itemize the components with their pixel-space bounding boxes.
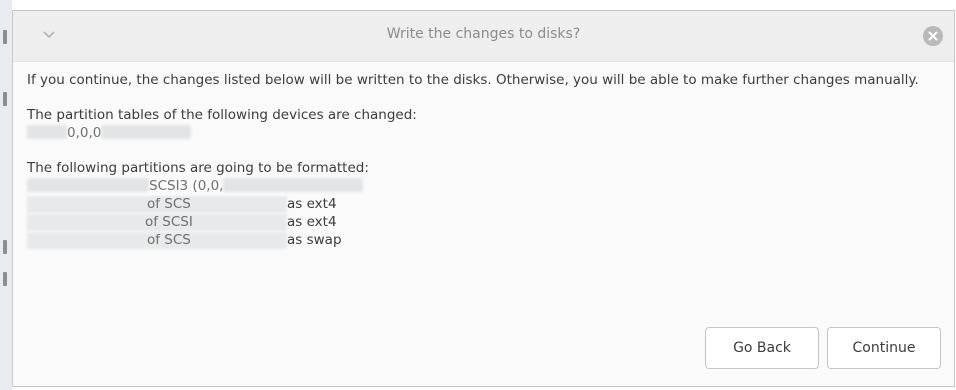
partition-row: of SCS as swap — [27, 231, 952, 249]
background-fragment — [3, 30, 7, 44]
background-fragment — [3, 92, 7, 106]
partition-filesystem: as ext4 — [287, 214, 337, 230]
background-window-edge — [0, 0, 12, 390]
tables-heading: The partition tables of the following de… — [27, 107, 417, 123]
tables-device-line: 0,0,0 — [27, 124, 952, 142]
tables-device: 0,0,0 — [67, 125, 102, 141]
redacted-text — [101, 125, 192, 139]
format-device: SCSI3 (0,0, — [149, 178, 224, 194]
go-back-button[interactable]: Go Back — [705, 327, 819, 369]
close-icon[interactable] — [923, 26, 943, 46]
partition-filesystem: as ext4 — [287, 196, 337, 212]
partition-row: of SCS as ext4 — [27, 195, 952, 213]
dialog-title: Write the changes to disks? — [386, 26, 581, 42]
screen: Write the changes to disks? If you conti… — [0, 0, 956, 390]
partition-row: of SCSI as ext4 — [27, 213, 952, 231]
intro-text: If you continue, the changes listed belo… — [27, 72, 919, 88]
continue-button[interactable]: Continue — [827, 327, 941, 369]
partition-device: of SCSI — [145, 214, 193, 230]
partition-device: of SCS — [147, 196, 191, 212]
background-fragment — [3, 272, 7, 286]
confirm-write-dialog: Write the changes to disks? If you conti… — [12, 10, 955, 387]
dialog-titlebar: Write the changes to disks? — [13, 11, 954, 62]
background-fragment — [3, 240, 7, 254]
redacted-text — [223, 178, 364, 192]
partition-filesystem: as swap — [287, 232, 342, 248]
format-device-line: SCSI3 (0,0, — [27, 177, 952, 195]
dialog-body: If you continue, the changes listed belo… — [27, 71, 952, 249]
redacted-text — [27, 125, 67, 139]
redacted-text — [27, 178, 149, 192]
partition-device: of SCS — [147, 232, 191, 248]
format-heading: The following partitions are going to be… — [27, 160, 369, 176]
